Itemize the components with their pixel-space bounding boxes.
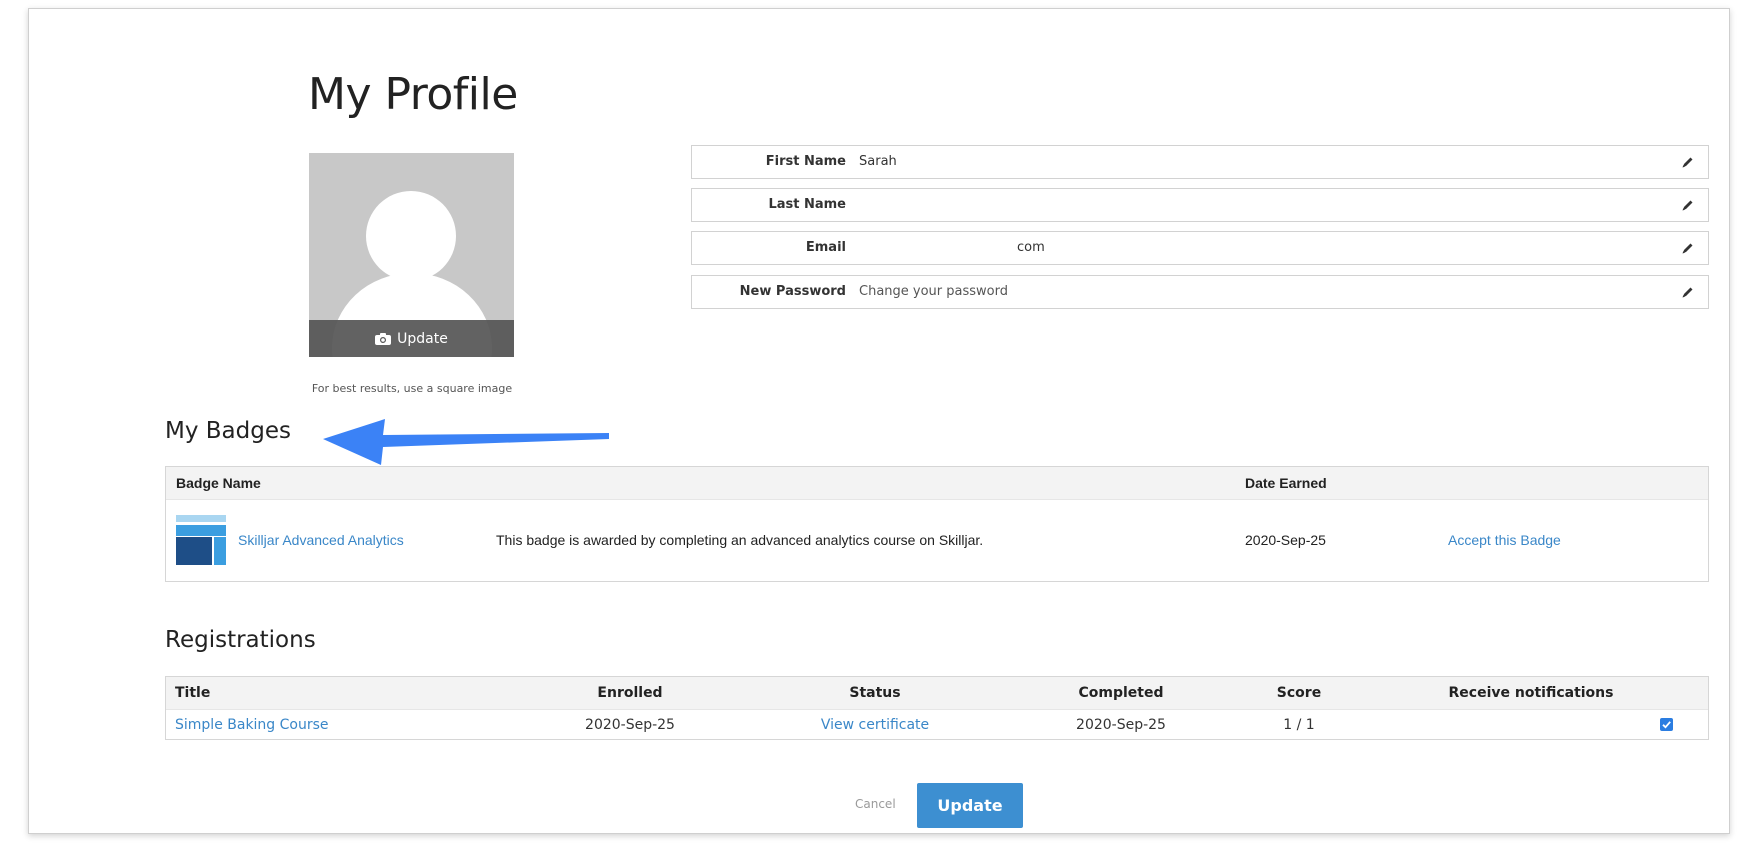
- enrolled-date: 2020-Sep-25: [585, 717, 675, 733]
- registrations-section-title: Registrations: [165, 627, 316, 653]
- badge-date-earned: 2020-Sep-25: [1245, 532, 1326, 548]
- accept-badge-link[interactable]: Accept this Badge: [1448, 499, 1561, 581]
- avatar: Update: [309, 153, 514, 357]
- notifications-checkbox[interactable]: [1660, 718, 1673, 731]
- score-value: 1 / 1: [1283, 717, 1315, 733]
- update-button[interactable]: Update: [917, 783, 1023, 828]
- avatar-update-button[interactable]: Update: [309, 320, 514, 357]
- course-title-anchor[interactable]: Simple Baking Course: [175, 717, 329, 733]
- badge-description: This badge is awarded by completing an a…: [496, 532, 984, 548]
- pencil-icon[interactable]: [1681, 156, 1694, 169]
- accept-badge-anchor[interactable]: Accept this Badge: [1448, 532, 1561, 548]
- pencil-icon[interactable]: [1681, 199, 1694, 212]
- registrations-table: Title Enrolled Status Completed Score Re…: [165, 676, 1709, 740]
- badges-section-title: My Badges: [165, 418, 291, 444]
- avatar-head-silhouette: [366, 191, 456, 281]
- badge-name-header: Badge Name: [176, 475, 261, 491]
- avatar-update-label: Update: [397, 330, 448, 347]
- first-name-label: First Name: [765, 154, 846, 169]
- badges-table: Badge Name Date Earned Skilljar Advanced…: [165, 466, 1709, 582]
- view-certificate-link[interactable]: View certificate: [821, 710, 929, 740]
- course-title-link[interactable]: Simple Baking Course: [175, 710, 329, 740]
- badge-logo-icon: [176, 515, 226, 565]
- enrolled-header: Enrolled: [597, 685, 663, 701]
- table-row: Skilljar Advanced Analytics This badge i…: [166, 499, 1708, 581]
- camera-icon: [375, 332, 392, 345]
- last-name-label: Last Name: [768, 197, 846, 212]
- score-header: Score: [1276, 685, 1322, 701]
- title-header: Title: [175, 685, 211, 701]
- annotation-arrow: [323, 419, 609, 465]
- password-placeholder[interactable]: Change your password: [859, 276, 1008, 308]
- completed-header: Completed: [1078, 685, 1164, 701]
- table-row: Simple Baking Course 2020-Sep-25 View ce…: [166, 710, 1708, 740]
- page-title: My Profile: [308, 69, 518, 120]
- password-label: New Password: [739, 284, 846, 299]
- badge-name-link[interactable]: Skilljar Advanced Analytics: [238, 499, 404, 581]
- first-name-value[interactable]: Sarah: [859, 146, 897, 178]
- badge-name-anchor[interactable]: Skilljar Advanced Analytics: [238, 532, 404, 548]
- registrations-header-row: Title Enrolled Status Completed Score Re…: [166, 677, 1708, 710]
- email-label: Email: [805, 240, 846, 255]
- notifications-header: Receive notifications: [1448, 685, 1614, 701]
- profile-page: My Profile Update For best results, use …: [28, 8, 1730, 834]
- cancel-button[interactable]: Cancel: [855, 797, 896, 811]
- date-earned-header: Date Earned: [1245, 475, 1327, 491]
- email-value[interactable]: com: [1017, 232, 1045, 264]
- pencil-icon[interactable]: [1681, 286, 1694, 299]
- avatar-hint: For best results, use a square image: [311, 382, 513, 395]
- first-name-field[interactable]: First Name Sarah: [691, 145, 1709, 179]
- pencil-icon[interactable]: [1681, 242, 1694, 255]
- view-certificate-anchor[interactable]: View certificate: [821, 717, 929, 733]
- completed-date: 2020-Sep-25: [1076, 717, 1166, 733]
- badges-header-row: Badge Name Date Earned: [166, 467, 1708, 500]
- last-name-field[interactable]: Last Name: [691, 188, 1709, 222]
- password-field[interactable]: New Password Change your password: [691, 275, 1709, 309]
- status-header: Status: [849, 685, 901, 701]
- email-field[interactable]: Email com: [691, 231, 1709, 265]
